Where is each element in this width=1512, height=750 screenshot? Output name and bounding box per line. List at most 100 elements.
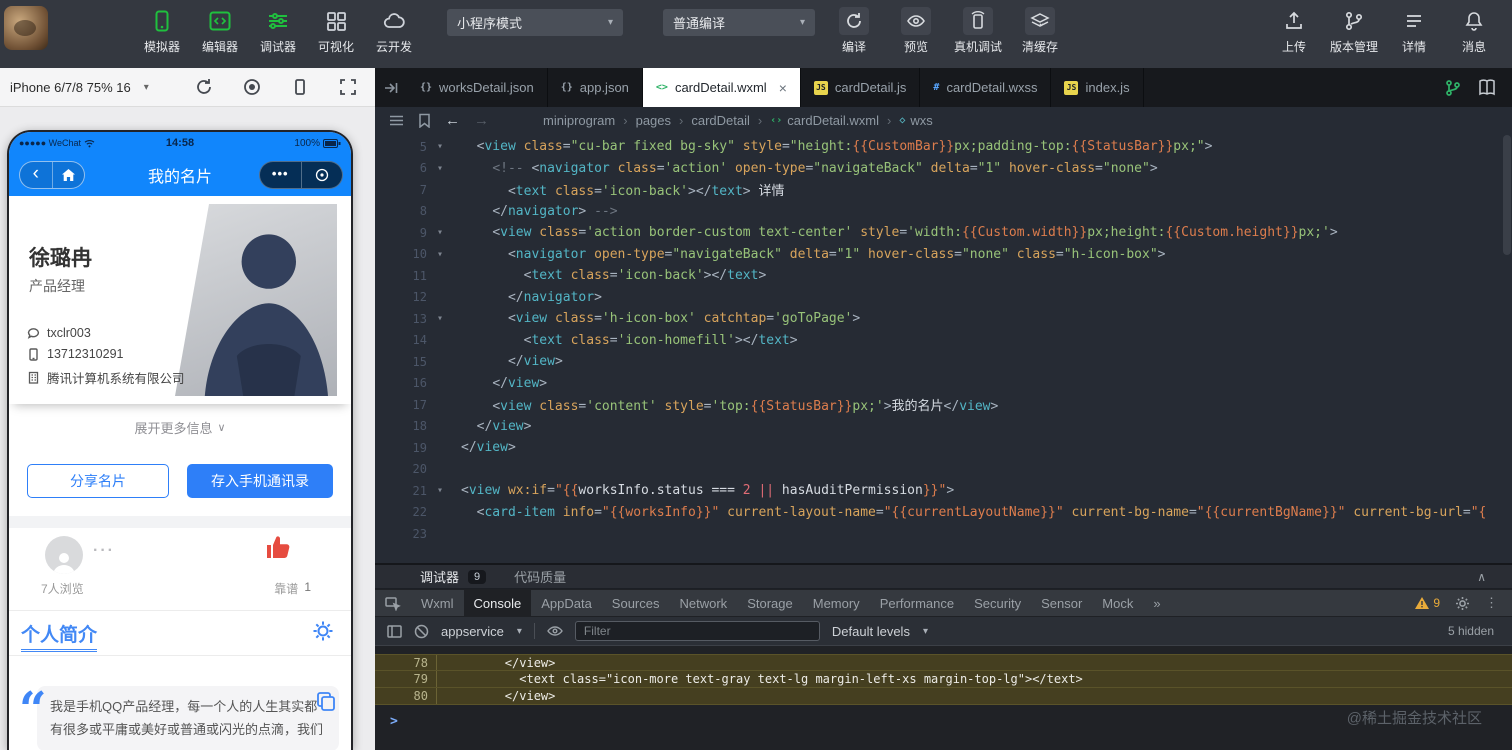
minimize-button[interactable]: [300, 162, 343, 188]
devtools-tab-sensor[interactable]: Sensor: [1031, 590, 1092, 616]
code-line-13[interactable]: 13 ▾ <view class='h-icon-box' catchtap='g…: [375, 308, 1512, 330]
devtools-tab-console[interactable]: Console: [463, 590, 532, 616]
fold-icon[interactable]: ▾: [427, 227, 453, 238]
app-logo[interactable]: [4, 6, 48, 50]
devtools-tab-memory[interactable]: Memory: [803, 590, 870, 616]
viewer-avatar[interactable]: [45, 536, 83, 574]
debugger-toggle-button[interactable]: 调试器: [254, 7, 302, 55]
code-line-12[interactable]: 12 </navigator>: [375, 287, 1512, 309]
simulator-toggle-button[interactable]: 模拟器: [138, 7, 186, 55]
breadcrumb-wxs[interactable]: ◇ wxs: [899, 113, 932, 128]
more-tabs-icon[interactable]: »: [1143, 590, 1170, 616]
devtools-tab-security[interactable]: Security: [964, 590, 1031, 616]
filter-input[interactable]: [574, 621, 820, 641]
code-line-10[interactable]: 10 ▾ <navigator open-type="navigateBack" …: [375, 244, 1512, 266]
more-viewers-icon[interactable]: ···: [93, 542, 115, 560]
warning-counter[interactable]: 9: [1415, 596, 1440, 610]
code-line-19[interactable]: 19 </view>: [375, 437, 1512, 459]
console-warning-row[interactable]: 79 <text class="icon-more text-gray text…: [375, 671, 1512, 688]
save-contact-button[interactable]: 存入手机通讯录: [187, 464, 333, 498]
code-line-6[interactable]: 6 ▾ <!-- <navigator class='action' open-t…: [375, 158, 1512, 180]
share-card-button[interactable]: 分享名片: [27, 464, 169, 498]
tab-debugger[interactable]: 调试器: [420, 567, 459, 586]
tab-code-quality[interactable]: 代码质量: [514, 567, 566, 586]
editor-scrollbar[interactable]: [1503, 135, 1511, 255]
forward-arrow-icon[interactable]: →: [474, 112, 489, 129]
expand-more-link[interactable]: 展开更多信息 ∨: [9, 404, 351, 450]
home-button[interactable]: [51, 162, 85, 188]
visual-toggle-button[interactable]: 可视化: [312, 7, 360, 55]
goto-file-icon[interactable]: [375, 68, 407, 107]
code-line-23[interactable]: 23: [375, 523, 1512, 545]
breadcrumb-cardDetail.wxml[interactable]: ‹› cardDetail.wxml: [770, 113, 879, 128]
console-sidebar-icon[interactable]: [387, 624, 402, 638]
code-line-7[interactable]: 7 <text class='icon-back'></text> 详情: [375, 179, 1512, 201]
thumbs-up-icon[interactable]: [263, 532, 293, 562]
fold-icon[interactable]: ▾: [427, 485, 453, 496]
preview-button[interactable]: 预览: [892, 7, 940, 55]
devtools-tab-storage[interactable]: Storage: [737, 590, 803, 616]
collapse-panel-icon[interactable]: ∧: [1477, 570, 1486, 584]
source-control-icon[interactable]: [1444, 79, 1462, 97]
more-menu-button[interactable]: •••: [260, 161, 301, 187]
close-tab-icon[interactable]: ×: [779, 80, 787, 96]
tab-index.js[interactable]: JS index.js: [1051, 68, 1144, 107]
fold-icon[interactable]: ▾: [427, 141, 453, 152]
code-line-5[interactable]: 5 ▾ <view class="cu-bar fixed bg-sky" sty…: [375, 136, 1512, 158]
devtools-tab-mock[interactable]: Mock: [1092, 590, 1143, 616]
code-line-21[interactable]: 21 ▾ <view wx:if="{{worksInfo.status === 2…: [375, 480, 1512, 502]
clear-cache-button[interactable]: 清缓存: [1016, 7, 1064, 55]
devtools-tab-wxml[interactable]: Wxml: [411, 590, 464, 616]
code-line-14[interactable]: 14 <text class='icon-homefill'></text>: [375, 330, 1512, 352]
live-expression-eye-icon[interactable]: [547, 625, 563, 637]
code-line-18[interactable]: 18 </view>: [375, 416, 1512, 438]
code-line-15[interactable]: 15 </view>: [375, 351, 1512, 373]
devtools-tab-appdata[interactable]: AppData: [531, 590, 602, 616]
fold-icon[interactable]: ▾: [427, 313, 453, 324]
copy-icon[interactable]: [315, 690, 337, 712]
code-editor[interactable]: 5 ▾ <view class="cu-bar fixed bg-sky" sty…: [375, 133, 1512, 563]
breadcrumb-miniprogram[interactable]: miniprogram: [543, 113, 615, 128]
tab-cardDetail.wxss[interactable]: # cardDetail.wxss: [920, 68, 1052, 107]
back-arrow-icon[interactable]: ←: [445, 112, 460, 129]
cloud-dev-button[interactable]: 云开发: [370, 7, 418, 55]
devtools-tab-performance[interactable]: Performance: [870, 590, 964, 616]
reload-icon[interactable]: [195, 78, 213, 96]
code-line-9[interactable]: 9 ▾ <view class='action border-custom tex…: [375, 222, 1512, 244]
editor-toggle-button[interactable]: 编辑器: [196, 7, 244, 55]
context-selector[interactable]: appservice ▾: [441, 624, 522, 639]
bookmark-icon[interactable]: [418, 113, 431, 128]
tab-app.json[interactable]: {} app.json: [548, 68, 643, 107]
code-line-16[interactable]: 16 </view>: [375, 373, 1512, 395]
device-debug-button[interactable]: 真机调试: [954, 7, 1002, 55]
console-prompt[interactable]: >: [375, 705, 1512, 729]
code-line-8[interactable]: 8 </navigator> -->: [375, 201, 1512, 223]
split-editor-icon[interactable]: [1478, 78, 1496, 97]
kebab-menu-icon[interactable]: ⋮: [1485, 595, 1498, 611]
back-button[interactable]: ‹: [20, 162, 52, 188]
fold-icon[interactable]: ▾: [427, 249, 453, 260]
record-icon[interactable]: [243, 78, 261, 96]
code-line-22[interactable]: 22 <card-item info="{{worksInfo}}" curre…: [375, 502, 1512, 524]
devtools-settings-icon[interactable]: [1455, 596, 1470, 611]
compile-button[interactable]: 编译: [830, 7, 878, 55]
console-warning-row[interactable]: 78 </view>: [375, 654, 1512, 671]
details-button[interactable]: 详情: [1390, 7, 1438, 55]
devtools-tab-sources[interactable]: Sources: [602, 590, 670, 616]
compile-mode-dropdown[interactable]: 普通编译 ▾: [663, 9, 815, 36]
inspect-element-icon[interactable]: [375, 590, 411, 616]
version-button[interactable]: 版本管理: [1330, 7, 1378, 55]
tab-worksDetail.json[interactable]: {} worksDetail.json: [407, 68, 548, 107]
code-line-20[interactable]: 20: [375, 459, 1512, 481]
code-line-17[interactable]: 17 <view class='content' style='top:{{St…: [375, 394, 1512, 416]
tab-cardDetail.js[interactable]: JS cardDetail.js: [801, 68, 921, 107]
menu-icon[interactable]: [389, 114, 404, 127]
upload-button[interactable]: 上传: [1270, 7, 1318, 55]
devtools-tab-network[interactable]: Network: [670, 590, 738, 616]
device-icon[interactable]: [291, 78, 309, 96]
mode-dropdown[interactable]: 小程序模式 ▾: [447, 9, 623, 36]
device-selector[interactable]: iPhone 6/7/8 75% 16 ▾: [0, 80, 149, 95]
breadcrumb-pages[interactable]: pages: [636, 113, 671, 128]
fold-icon[interactable]: ▾: [427, 163, 453, 174]
log-level-selector[interactable]: Default levels ▾: [832, 624, 928, 639]
